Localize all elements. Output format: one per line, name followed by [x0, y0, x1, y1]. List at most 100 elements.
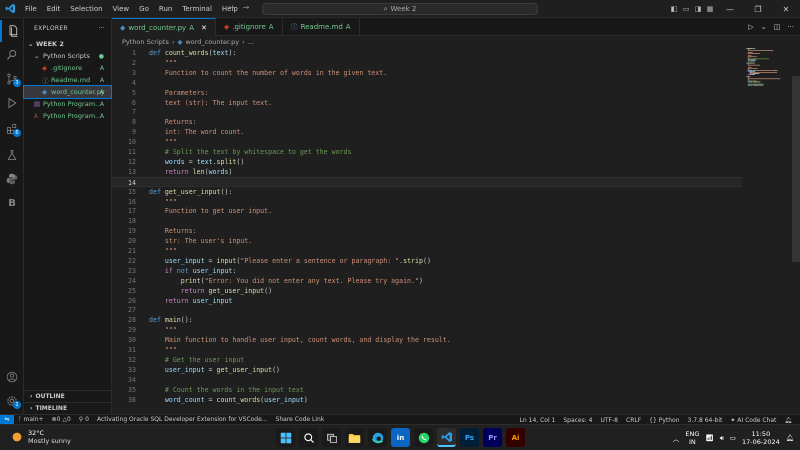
notification-center-icon[interactable]: 🔔︎ — [786, 434, 794, 442]
extension-b-icon[interactable]: B — [0, 192, 24, 214]
split-editor-icon[interactable]: ◫ — [774, 23, 781, 31]
app-glyph: in — [396, 433, 405, 442]
python-icon[interactable] — [0, 168, 24, 190]
breadcrumb-folder[interactable]: Python Scripts — [122, 38, 169, 46]
python-interpreter[interactable]: 3.7.8 64-bit — [684, 417, 727, 424]
whatsapp-icon[interactable] — [414, 428, 433, 447]
code-line: 24 print("Error: You did not enter any t… — [112, 276, 742, 286]
toggle-sidebar-icon[interactable]: ◧ — [668, 5, 680, 13]
menu-run[interactable]: Run — [154, 5, 177, 13]
language-mode[interactable]: {} Python — [645, 417, 683, 424]
minimap-line — [752, 48, 755, 49]
code-editor[interactable]: 1 def count_words(text): 2 """ 3 Function t… — [112, 48, 800, 414]
back-arrow-icon[interactable]: ← — [228, 3, 235, 12]
outline-section[interactable]: › OUTLINE — [24, 390, 112, 402]
weather-widget[interactable]: 32°C Mostly sunny — [10, 429, 71, 445]
accounts-icon[interactable] — [0, 366, 24, 388]
notifications-bell-icon[interactable]: 🔔︎ — [780, 417, 796, 424]
search-view-icon[interactable] — [0, 44, 24, 66]
search-icon[interactable] — [299, 428, 318, 447]
run-file-icon[interactable]: ▷ — [748, 23, 753, 31]
ai-code-chat[interactable]: ✦ AI Code Chat — [726, 417, 780, 424]
editor-scrollbar[interactable] — [792, 76, 800, 262]
customize-layout-icon[interactable]: ▦ — [704, 5, 716, 13]
vscode-icon[interactable] — [437, 428, 456, 447]
tree-file[interactable]: ◆ word_counter.py A — [23, 85, 112, 99]
ports-indicator[interactable]: ⚲ 0 — [75, 416, 93, 423]
timeline-section[interactable]: › TIMELINE — [24, 402, 112, 414]
windows-icon[interactable] — [276, 428, 295, 447]
more-actions-icon[interactable]: ··· — [787, 23, 794, 31]
cursor-position[interactable]: Ln 14, Col 1 — [516, 417, 560, 424]
testing-icon[interactable] — [0, 144, 24, 166]
wifi-icon[interactable]: 📶︎ — [705, 434, 713, 442]
tree-file[interactable]: ⓘ Readme.md A — [24, 74, 111, 86]
task-view-icon[interactable] — [322, 428, 341, 447]
extensions-icon[interactable]: 6 — [0, 118, 24, 140]
minimize-button[interactable]: — — [716, 5, 744, 14]
linkedin-icon[interactable]: in — [391, 428, 410, 447]
chevron-up-icon[interactable]: ︿ — [673, 433, 680, 443]
menu-view[interactable]: View — [108, 5, 135, 13]
code-line: 13 return len(words) — [112, 167, 742, 177]
code-token: = — [204, 395, 217, 404]
volume-icon[interactable]: 🔊︎ — [720, 434, 724, 443]
menu-file[interactable]: File — [20, 5, 42, 13]
line-number: 19 — [128, 227, 136, 236]
status-bar: ⇋ ᚴ main+ ⊗0 △0 ⚲ 0 Activating Oracle SQ… — [0, 414, 800, 425]
run-dropdown-icon[interactable]: ⌄ — [761, 23, 767, 31]
code-token: main — [164, 316, 181, 325]
menu-selection[interactable]: Selection — [65, 5, 107, 13]
code-line: 29 """ — [112, 325, 742, 335]
more-actions-icon[interactable]: ··· — [98, 25, 105, 32]
edge-icon[interactable] — [368, 428, 387, 447]
tab-readme-md[interactable]: ⓘ Readme.md A — [283, 18, 360, 36]
command-center-search[interactable]: ⌕ Week 2 — [262, 3, 538, 15]
end-of-line[interactable]: CRLF — [622, 417, 645, 424]
tab--gitignore[interactable]: ◈ .gitignore A — [216, 18, 283, 36]
toggle-panel-icon[interactable]: ▭ — [680, 5, 692, 13]
windows-taskbar: 32°C Mostly sunny in Ps Pr Ai ︿ ENG IN 📶︎ 🔊… — [0, 424, 800, 450]
encoding[interactable]: UTF-8 — [597, 417, 623, 424]
app-glyph: Ai — [511, 433, 520, 442]
minimap-line — [753, 70, 756, 71]
menu-go[interactable]: Go — [134, 5, 154, 13]
run-debug-icon[interactable] — [0, 92, 24, 114]
input-language[interactable]: ENG IN — [685, 430, 699, 446]
tree-file[interactable]: ▤ Python Program... A — [24, 98, 111, 110]
photoshop-icon[interactable]: Ps — [460, 428, 479, 447]
tree-file[interactable]: ◈ .gitignore A — [24, 62, 111, 74]
illustrator-icon[interactable]: Ai — [506, 428, 525, 447]
source-control-icon[interactable]: 3 — [0, 68, 24, 90]
indentation[interactable]: Spaces: 4 — [559, 417, 596, 424]
problems-indicator[interactable]: ⊗0 △0 — [48, 416, 75, 423]
manage-gear-icon[interactable]: 1 — [0, 390, 24, 412]
tab-word-counter-py[interactable]: ◆ word_counter.py A ✕ — [112, 18, 216, 36]
branch-indicator[interactable]: ᚴ main+ — [14, 416, 48, 423]
toggle-secondary-sidebar-icon[interactable]: ◨ — [692, 5, 704, 13]
workspace-folder[interactable]: ⌄ WEEK 2 — [24, 38, 111, 50]
restore-button[interactable]: ❐ — [744, 5, 772, 14]
close-button[interactable]: ✕ — [772, 5, 800, 14]
file-explorer-icon[interactable] — [345, 428, 364, 447]
remote-indicator-icon[interactable]: ⇋ — [0, 414, 14, 425]
premiere-icon[interactable]: Pr — [483, 428, 502, 447]
clock[interactable]: 11:50 17-06-2024 — [742, 430, 780, 446]
breadcrumb-symbol[interactable]: ... — [248, 38, 254, 46]
line-number: 28 — [128, 316, 136, 325]
tree-folder[interactable]: ⌄ Python Scripts ● — [24, 50, 111, 62]
menu-edit[interactable]: Edit — [42, 5, 66, 13]
menu-terminal[interactable]: Terminal — [177, 5, 217, 13]
close-tab-icon[interactable]: ✕ — [201, 24, 207, 32]
battery-icon[interactable]: ▭ — [730, 434, 736, 442]
tree-item-label: Readme.md — [51, 76, 91, 84]
forward-arrow-icon[interactable]: → — [243, 3, 250, 12]
breadcrumb-file[interactable]: word_counter.py — [185, 38, 239, 46]
code-token: : — [232, 266, 237, 275]
line-number: 6 — [132, 98, 136, 107]
share-code-link[interactable]: Share Code Link — [272, 416, 329, 423]
tree-file[interactable]: ⅄ Python Program... A — [24, 110, 111, 122]
minimap[interactable] — [746, 48, 786, 88]
minimap-line — [747, 70, 753, 71]
explorer-icon[interactable] — [0, 20, 24, 42]
